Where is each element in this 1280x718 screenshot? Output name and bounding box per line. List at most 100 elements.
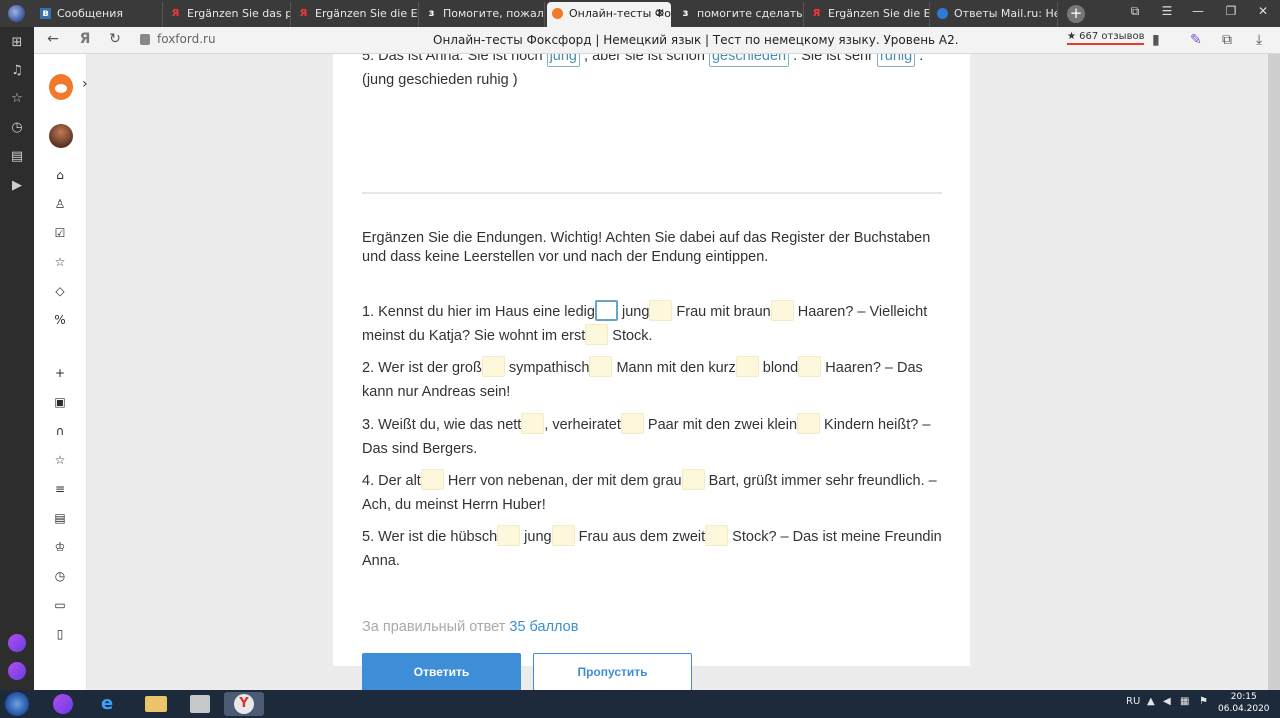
tab-vk-messages[interactable]: в Сообщения xyxy=(35,2,163,27)
taskbar-app-media[interactable] xyxy=(180,692,220,716)
tab-yandex-1[interactable]: Я Ergänzen Sie das passe xyxy=(165,2,291,27)
notes-icon[interactable]: ▤ xyxy=(9,149,25,165)
internet-explorer-icon: e xyxy=(101,693,114,714)
alice-voice-icon[interactable] xyxy=(8,662,26,680)
ending-input[interactable] xyxy=(620,413,644,434)
ending-input[interactable] xyxy=(481,356,505,377)
close-window-icon[interactable]: ✕ xyxy=(1253,4,1273,18)
books-icon[interactable]: ▤ xyxy=(52,510,68,526)
yandex-icon: Я xyxy=(299,8,308,19)
user-icon[interactable]: ♙ xyxy=(52,196,68,212)
tab-mail-answers[interactable]: Ответы Mail.ru: Неме xyxy=(932,2,1058,27)
trophy-icon[interactable]: ♔ xyxy=(52,539,68,555)
close-tab-icon[interactable]: ✕ xyxy=(655,2,665,25)
ending-input[interactable] xyxy=(589,356,613,377)
history-icon[interactable]: ◷ xyxy=(9,120,25,136)
new-tab-button[interactable]: + xyxy=(1067,5,1085,23)
task-instruction: Ergänzen Sie die Endungen. Wichtig! Acht… xyxy=(362,230,931,265)
filled-answer: geschieden xyxy=(708,54,790,67)
main-content: 5. Das ist Anna. Sie ist noch jung , abe… xyxy=(87,54,1268,690)
taskbar-app-explorer[interactable] xyxy=(136,692,176,716)
tab-znanija-2[interactable]: з помогите сделать зад xyxy=(675,2,804,27)
divider xyxy=(362,192,942,194)
star-outline-icon[interactable]: ☆ xyxy=(52,452,68,468)
start-button[interactable] xyxy=(5,692,29,716)
ending-input[interactable] xyxy=(681,469,705,490)
collections-icon[interactable]: ⧉ xyxy=(1222,32,1232,48)
reviews-badge[interactable]: ★ 667 отзывов xyxy=(1067,31,1145,45)
briefcase-icon[interactable]: ▭ xyxy=(52,597,68,613)
minimize-icon[interactable]: — xyxy=(1188,4,1208,18)
vk-icon: в xyxy=(40,8,51,19)
ending-input[interactable] xyxy=(521,413,545,434)
tray-arrow-icon[interactable]: ▲ xyxy=(1147,696,1155,707)
browser-logo-icon[interactable] xyxy=(8,5,25,22)
star-icon[interactable]: ☆ xyxy=(9,91,25,107)
ending-input[interactable] xyxy=(497,525,521,546)
skip-button[interactable]: Пропустить xyxy=(533,653,692,690)
alice-icon xyxy=(53,694,73,714)
tab-znanija-1[interactable]: з Помогите, пожалуйст xyxy=(421,2,545,27)
clock-icon[interactable]: ◷ xyxy=(52,568,68,584)
exercise-item-2: 2. Wer ist der groß sympathisch Mann mit… xyxy=(362,356,942,404)
ending-input[interactable] xyxy=(798,356,822,377)
flag-icon[interactable]: ⚑ xyxy=(1199,696,1208,707)
tab-yandex-3[interactable]: Я Ergänzen Sie die Endun xyxy=(806,2,930,27)
ending-input[interactable] xyxy=(705,525,729,546)
yandex-icon: Я xyxy=(812,8,821,19)
system-clock[interactable]: 20:15 06.04.2020 xyxy=(1218,691,1270,715)
ending-input[interactable] xyxy=(420,469,444,490)
menu-icon[interactable]: ☰ xyxy=(1157,4,1177,18)
ending-input[interactable] xyxy=(770,300,794,321)
taskbar-app-ie[interactable]: e xyxy=(91,692,131,716)
tab-foxford-active[interactable]: Онлайн-тесты Фокс ✕ xyxy=(547,2,671,27)
apps-grid-icon[interactable]: ⊞ xyxy=(9,35,25,51)
ending-input[interactable] xyxy=(594,300,618,321)
ending-input[interactable] xyxy=(585,324,609,345)
reload-icon[interactable]: ↻ xyxy=(106,31,124,47)
avatar[interactable] xyxy=(49,124,73,148)
url-field[interactable]: foxford.ru xyxy=(140,32,216,46)
yandex-browser-icon: Y xyxy=(234,694,254,714)
book-icon[interactable]: ▯ xyxy=(52,626,68,642)
restore-icon[interactable]: ❐ xyxy=(1221,4,1241,18)
home-icon[interactable]: ⌂ xyxy=(52,167,68,183)
pen-icon[interactable]: ✎ xyxy=(1190,32,1202,48)
exercise-item-5: 5. Wer ist die hübsch jung Frau aus dem … xyxy=(362,525,942,573)
star-icon[interactable]: ☆ xyxy=(52,254,68,270)
tabs-overview-icon[interactable]: ⧉ xyxy=(1125,4,1145,19)
play-square-icon[interactable]: ▣ xyxy=(52,394,68,410)
yandex-icon: Я xyxy=(171,8,180,19)
language-indicator[interactable]: RU xyxy=(1126,696,1140,707)
ending-input[interactable] xyxy=(797,413,821,434)
bell-icon[interactable]: ♫ xyxy=(9,63,25,79)
volume-icon[interactable]: ◀ xyxy=(1163,696,1171,707)
network-icon[interactable]: ▦ xyxy=(1180,696,1189,707)
tab-yandex-2[interactable]: Я Ergänzen Sie die Endun xyxy=(293,2,419,27)
foxford-icon xyxy=(552,8,563,19)
media-player-icon xyxy=(190,695,210,713)
video-icon[interactable]: ▶ xyxy=(9,178,25,194)
filled-answer: jung xyxy=(546,54,580,67)
ending-input[interactable] xyxy=(735,356,759,377)
plus-icon[interactable]: + xyxy=(52,365,68,381)
taskbar-app-yandex-browser[interactable]: Y xyxy=(224,692,264,716)
bookmark-icon[interactable]: ▮ xyxy=(1152,32,1160,48)
taskbar-app-alice[interactable] xyxy=(43,692,83,716)
lock-icon xyxy=(140,34,150,45)
yandex-home-icon[interactable]: Я xyxy=(76,31,94,47)
tag-icon[interactable]: ◇ xyxy=(52,283,68,299)
percent-icon[interactable]: % xyxy=(52,312,68,328)
back-icon[interactable]: ← xyxy=(44,31,62,47)
download-icon[interactable]: ⤓ xyxy=(1256,32,1262,48)
submit-answer-button[interactable]: Ответить xyxy=(362,653,521,690)
tasks-icon[interactable]: ☑ xyxy=(52,225,68,241)
foxford-logo-icon[interactable] xyxy=(49,74,73,100)
folder-icon xyxy=(145,696,167,712)
exercise-item-4: 4. Der alt Herr von nebenan, der mit dem… xyxy=(362,469,942,517)
headphones-icon[interactable]: ∩ xyxy=(52,423,68,439)
list-icon[interactable]: ≡ xyxy=(52,481,68,497)
ending-input[interactable] xyxy=(649,300,673,321)
alice-icon[interactable] xyxy=(8,634,26,652)
ending-input[interactable] xyxy=(551,525,575,546)
